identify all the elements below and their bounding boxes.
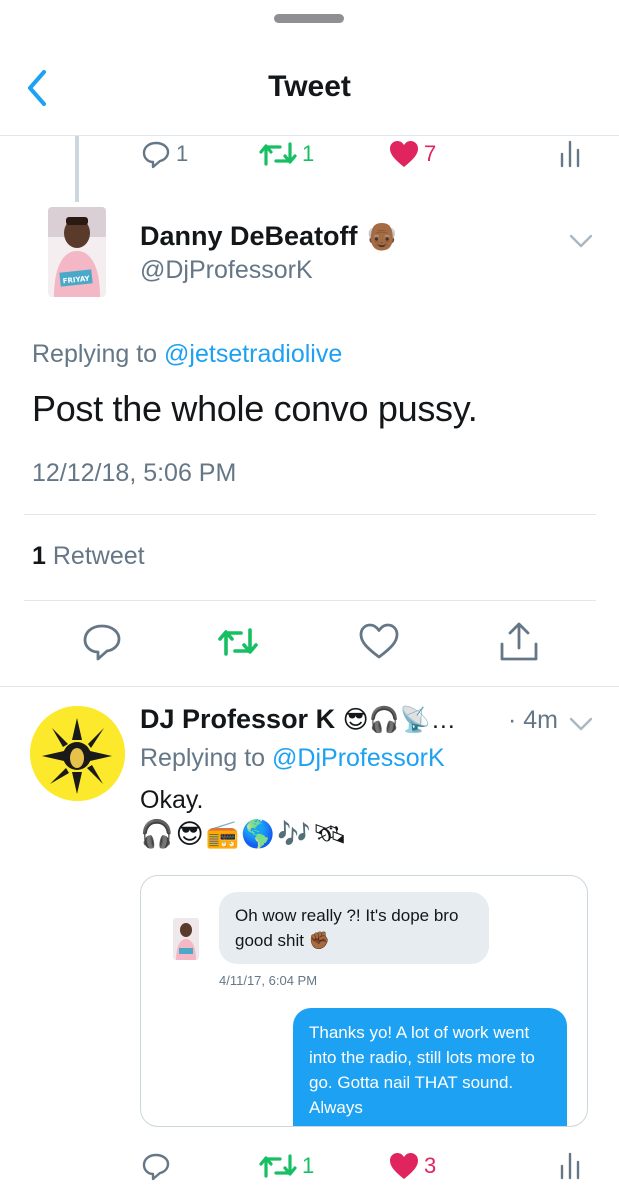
replying-to-mention[interactable]: @jetsetradiolive <box>164 340 342 368</box>
reply-emoji-line: 🎧😎📻🌎🎶🛰 <box>140 819 349 849</box>
avatar-photo: FRIYAY <box>48 207 106 297</box>
parent-like-count: 7 <box>424 141 437 166</box>
reply-like-count: 3 <box>424 1153 437 1178</box>
parent-like-button[interactable]: 7 <box>388 134 436 174</box>
heart-filled-icon <box>390 141 418 167</box>
nav-bar: Tweet <box>0 40 619 136</box>
retweet-icon <box>218 628 258 656</box>
replying-to: Replying to @jetsetradiolive <box>32 340 342 369</box>
chevron-down-icon <box>569 234 593 248</box>
reply-replying-mention[interactable]: @DjProfessorK <box>272 744 445 772</box>
analytics-icon <box>560 140 580 168</box>
heart-filled-icon <box>390 1153 418 1179</box>
analytics-icon <box>560 1152 580 1180</box>
reply-icon <box>83 624 121 661</box>
reply-author-name[interactable]: DJ Professor K 😎🎧📡… <box>140 704 456 735</box>
chevron-down-icon <box>569 717 593 731</box>
reply-reply-button[interactable] <box>140 1146 172 1186</box>
reply-retweet-button[interactable]: 1 <box>258 1146 314 1186</box>
tweet-text: Post the whole convo pussy. <box>32 388 478 429</box>
reply-analytics-button[interactable] <box>558 1146 582 1186</box>
reply-author-emojis: 😎🎧📡… <box>342 706 456 734</box>
author-name-text: Danny DeBeatoff <box>140 221 358 251</box>
reply-author-avatar[interactable] <box>30 706 125 801</box>
reply-icon <box>142 141 170 169</box>
reply-replying-to: Replying to @DjProfessorK <box>140 744 445 773</box>
heart-outline-icon <box>359 623 399 659</box>
divider <box>24 514 596 515</box>
parent-reply-button[interactable]: 1 <box>140 134 188 174</box>
parent-retweet-count: 1 <box>302 141 315 166</box>
author-name-emoji: 👴🏾 <box>365 221 399 251</box>
dm-outgoing-bubble: Thanks yo! A lot of work went into the r… <box>293 1008 567 1126</box>
tweet-detail-sheet: Tweet 1 1 7 FRIYAY Danny DeBeatoff 👴🏾 @D… <box>0 0 619 1200</box>
retweet-icon <box>259 1154 297 1178</box>
retweet-label: Retweet <box>52 542 145 570</box>
author-handle[interactable]: @DjProfessorK <box>140 256 313 285</box>
retweet-button[interactable] <box>216 620 260 664</box>
reply-retweet-count: 1 <box>302 1153 315 1178</box>
reply-menu-button[interactable] <box>568 716 594 732</box>
parent-reply-count: 1 <box>176 141 189 166</box>
attached-screenshot[interactable]: Oh wow really ?! It's dope bro good shit… <box>140 875 588 1127</box>
retweet-stats[interactable]: 1 Retweet <box>32 542 145 571</box>
share-button[interactable] <box>497 620 541 664</box>
share-icon <box>500 622 538 661</box>
dm-incoming-bubble: Oh wow really ?! It's dope bro good shit… <box>219 892 489 964</box>
author-avatar[interactable]: FRIYAY <box>48 207 106 297</box>
reply-age: · 4m <box>508 706 558 734</box>
dm-timestamp: 4/11/17, 6:04 PM <box>219 973 318 988</box>
divider <box>0 686 619 687</box>
reply-like-button[interactable]: 3 <box>388 1146 436 1186</box>
avatar-graphic <box>30 706 125 801</box>
reply-replying-prefix: Replying to <box>140 744 266 772</box>
retweet-icon <box>259 142 297 166</box>
parent-tweet-actions: 1 1 7 <box>0 134 619 174</box>
tweet-actions <box>0 620 619 664</box>
reply-button[interactable] <box>80 620 124 664</box>
sheet-grabber[interactable] <box>274 14 344 23</box>
thread-connector <box>75 136 79 202</box>
divider <box>24 600 596 601</box>
page-title: Tweet <box>268 70 351 103</box>
parent-analytics-button[interactable] <box>558 134 582 174</box>
author-name[interactable]: Danny DeBeatoff 👴🏾 <box>140 220 399 252</box>
like-button[interactable] <box>357 620 401 664</box>
parent-retweet-button[interactable]: 1 <box>258 134 314 174</box>
dm-avatar-photo <box>173 918 199 960</box>
reply-tweet-actions: 1 3 <box>0 1146 619 1186</box>
tweet-menu-button[interactable] <box>568 233 594 249</box>
dm-avatar <box>173 918 199 960</box>
reply-icon <box>142 1153 170 1181</box>
reply-author-name-text: DJ Professor K <box>140 704 336 734</box>
tweet-timestamp: 12/12/18, 5:06 PM <box>32 459 237 487</box>
replying-to-prefix: Replying to <box>32 340 158 368</box>
retweet-total: 1 <box>32 542 46 570</box>
reply-text: Okay. <box>140 786 204 814</box>
